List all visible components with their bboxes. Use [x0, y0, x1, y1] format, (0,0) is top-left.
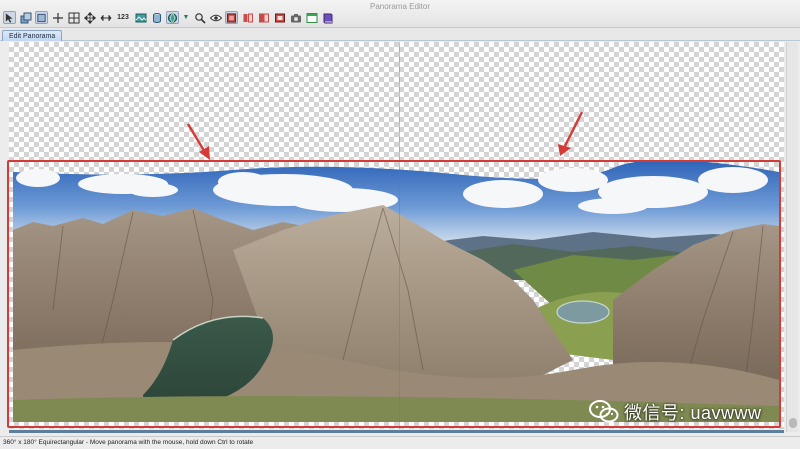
scrollbar-thumb[interactable] — [789, 418, 797, 428]
right-arrow-icon — [558, 111, 584, 156]
wechat-icon — [589, 400, 619, 423]
title-toolbar-bar: Panorama Editor 123 ▼ — [0, 0, 800, 28]
tab-bar: Edit Panorama — [0, 28, 800, 41]
cylinder-icon[interactable] — [150, 11, 163, 24]
wechat-watermark: 微信号: uavwww — [589, 397, 762, 427]
watermark-text: 微信号: uavwww — [624, 403, 762, 423]
numbers-icon[interactable]: 123 — [115, 11, 131, 24]
crop-frame-icon[interactable] — [35, 11, 48, 24]
flip-horizontal-icon[interactable] — [241, 11, 254, 24]
vertical-scrollbar[interactable] — [786, 42, 798, 432]
panorama-editor-window: Panorama Editor 123 ▼ Edit Panorama 微信号:… — [0, 0, 800, 449]
highlight-frame — [7, 160, 781, 428]
tab-edit-panorama[interactable]: Edit Panorama — [2, 30, 63, 41]
dropdown-arrow-icon[interactable]: ▼ — [182, 11, 190, 24]
straighten-icon[interactable] — [99, 11, 112, 24]
status-bar: 360° x 180° Equirectangular - Move panor… — [0, 436, 800, 449]
zoom-icon[interactable] — [193, 11, 206, 24]
layers-icon[interactable] — [19, 11, 32, 24]
crosshair-icon[interactable] — [51, 11, 64, 24]
select-tool-icon[interactable] — [3, 11, 16, 24]
move-icon[interactable] — [83, 11, 96, 24]
status-text: 360° x 180° Equirectangular - Move panor… — [3, 439, 254, 446]
sphere-icon[interactable] — [166, 11, 179, 24]
grid-icon[interactable] — [67, 11, 80, 24]
toolbar: 123 ▼ — [3, 11, 334, 24]
camera-icon[interactable] — [289, 11, 302, 24]
flip-vertical-icon[interactable] — [257, 11, 270, 24]
red-frame-icon[interactable] — [273, 11, 286, 24]
window-title: Panorama Editor — [369, 2, 431, 11]
mask-icon[interactable] — [225, 11, 238, 24]
book-icon[interactable] — [321, 11, 334, 24]
preview-window-icon[interactable] — [305, 11, 318, 24]
eye-icon[interactable] — [209, 11, 222, 24]
panorama-view-icon[interactable] — [134, 11, 147, 24]
left-arrow-icon — [186, 123, 210, 160]
canvas-bottom-bar — [9, 430, 784, 433]
